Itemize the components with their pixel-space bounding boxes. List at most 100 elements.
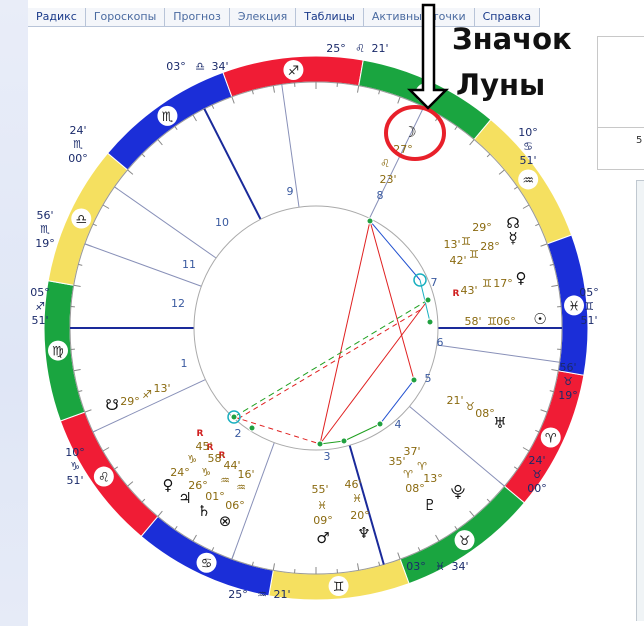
cusp-minute: 51': [580, 314, 597, 327]
cusp-degree: 24': [528, 454, 545, 467]
cusp-sign-icon: ♎: [195, 60, 205, 73]
planet-min: 44': [223, 459, 240, 472]
planet-position-dot: [376, 420, 384, 428]
annotation-line-2: Луны: [456, 68, 546, 102]
planet-sign: ♑: [187, 453, 197, 466]
cusp-minute: 51': [66, 474, 83, 487]
cusp-sign-icon: ♏: [73, 138, 83, 151]
planet-deg: 20°: [350, 509, 370, 522]
planet-min: 58': [207, 452, 224, 465]
planet-sign: ♊: [482, 277, 492, 290]
cusp-degree: 25°: [228, 588, 248, 601]
sign-glyph-icon: ♈: [545, 431, 557, 446]
house-number: 4: [395, 418, 402, 431]
planet-glyph-icon: ♅: [493, 414, 506, 432]
inner-circle: [193, 205, 439, 451]
planet-position-dot: [316, 440, 324, 448]
planet-glyph-icon: ♄: [197, 502, 210, 520]
planet-deg: 29°: [472, 221, 492, 234]
house-number: 5: [425, 372, 432, 385]
cusp-minute: 00°: [68, 152, 88, 165]
planet-min: 42': [449, 254, 466, 267]
planet-sign: ♊: [461, 235, 471, 248]
sign-glyph-icon: ♓: [568, 299, 580, 314]
cusp-degree: 24': [69, 124, 86, 137]
sign-glyph-icon: ♐: [288, 64, 300, 79]
planet-min: 35': [388, 455, 405, 468]
planet-deg: 13°: [423, 472, 443, 485]
planet-position-dot: [230, 413, 238, 421]
cusp-degree: 05°: [30, 286, 50, 299]
cusp-sign-icon: ♏: [40, 223, 50, 236]
planet-min: 13': [443, 238, 460, 251]
cusp-minute: 19°: [558, 389, 578, 402]
planet-deg: 09°: [313, 514, 333, 527]
planet-glyph-icon: ⊗: [219, 512, 232, 530]
house-number: 6: [437, 336, 444, 349]
planet-deg: 29°: [120, 395, 140, 408]
planet-min: 45': [195, 440, 212, 453]
house-number: 1: [181, 357, 188, 370]
sign-glyph-icon: ♌: [98, 471, 110, 486]
cusp-sign-icon: ♌: [355, 42, 365, 55]
planet-sign: ♓: [317, 499, 327, 512]
planet-position-dot: [424, 296, 432, 304]
planet-sign: ♐: [142, 388, 152, 401]
annotation-line-1: Значок: [452, 22, 572, 56]
cusp-minute: 51': [31, 314, 48, 327]
natal-chart-wheel[interactable]: ♈♉♊♋♌♍♎♏♐♑♒♓ 123456789101112 25°♌21'10°♋…: [0, 0, 644, 626]
cusp-minute: 34': [451, 560, 468, 573]
cusp-degree: 56': [559, 361, 576, 374]
cusp-minute: 19°: [35, 237, 55, 250]
planet-min: 37': [403, 445, 420, 458]
planet-sign: ♊: [469, 248, 479, 261]
sign-glyph-icon: ♏: [162, 110, 174, 125]
cusp-sign-icon: ♒: [257, 588, 267, 601]
house-number: 12: [171, 297, 185, 310]
planet-sign: ♉: [465, 400, 475, 413]
sign-glyph-icon: ♍: [52, 345, 64, 360]
planet-sign: ♊: [487, 315, 497, 328]
planet-deg: 01°: [205, 490, 225, 503]
planet-deg: 06°: [225, 499, 245, 512]
cusp-minute: 21': [273, 588, 290, 601]
planet-glyph-icon: ♀: [516, 269, 527, 287]
planet-deg: 26°: [188, 479, 208, 492]
planet-glyph-icon: ⯓: [451, 483, 466, 501]
planet-deg: 28°: [480, 240, 500, 253]
cusp-degree: 10°: [65, 446, 85, 459]
planet-deg: 17°: [493, 277, 513, 290]
planet-min: 46': [344, 478, 361, 491]
planet-position-dot: [366, 217, 374, 225]
annotation-arrow: [406, 3, 450, 110]
sign-glyph-icon: ♒: [522, 173, 534, 188]
planet-position-dot: [248, 424, 256, 432]
planet-position-dot: [426, 318, 434, 326]
planet-sign: ♑: [201, 466, 211, 479]
planet-deg: 08°: [475, 407, 495, 420]
house-number: 7: [431, 276, 438, 289]
planet-glyph-icon: ☽: [403, 123, 416, 141]
planet-min: 13': [153, 382, 170, 395]
house-number: 10: [215, 216, 229, 229]
planet-sign: ♌: [380, 157, 390, 170]
planet-glyph-icon: ♆: [357, 524, 370, 542]
planet-deg: 08°: [405, 482, 425, 495]
cusp-sign-icon: ♉: [563, 375, 573, 388]
planet-glyph-icon: ☉: [533, 310, 546, 328]
planet-glyph-icon: ♂: [316, 529, 329, 547]
planet-sign: ♒: [220, 474, 230, 487]
planet-min: 58': [464, 315, 481, 328]
sign-glyph-icon: ♋: [201, 557, 213, 572]
planet-min: 23': [379, 173, 396, 186]
planet-deg: 24°: [170, 466, 190, 479]
cusp-degree: 03°: [406, 560, 426, 573]
cusp-degree: 05°: [579, 286, 599, 299]
house-number: 8: [377, 189, 384, 202]
planet-deg: 06°: [496, 315, 516, 328]
cusp-minute: 00°: [527, 482, 547, 495]
down-arrow-icon: [406, 3, 450, 110]
planet-sign: ♒: [236, 481, 246, 494]
cusp-sign-icon: ♐: [35, 300, 45, 313]
cusp-sign-icon: ♑: [70, 460, 80, 473]
